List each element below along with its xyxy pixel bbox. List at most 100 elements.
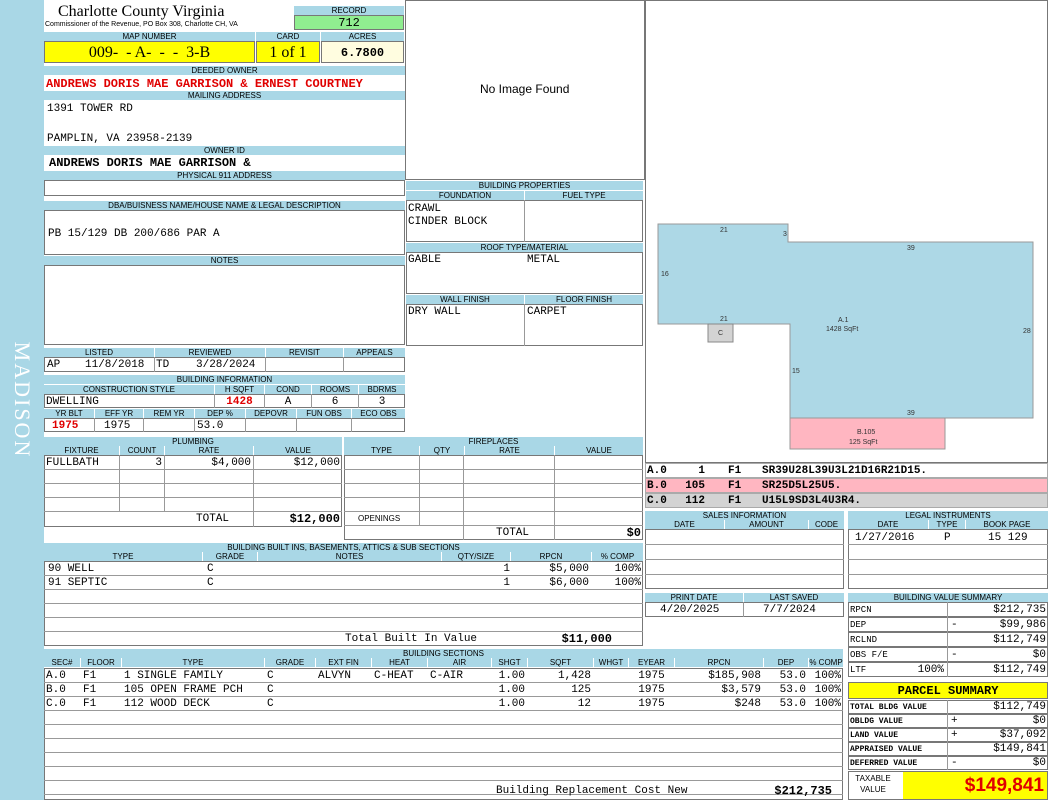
section-cell: 112 WOOD DECK bbox=[124, 698, 210, 710]
hsqft-value: 1428 bbox=[226, 396, 253, 408]
plumbing-label: PLUMBING bbox=[44, 437, 342, 446]
section-cell: F1 bbox=[83, 684, 97, 696]
effyr-value: 1975 bbox=[104, 420, 131, 432]
bdrms-label: BDRMS bbox=[359, 385, 405, 394]
sketch-code-string: U15L9SD3L4U3R4. bbox=[762, 495, 862, 507]
parcel-row-label: DEFERRED VALUE bbox=[850, 759, 918, 768]
sections-rule bbox=[44, 696, 843, 697]
builtin-row1-grade: C bbox=[207, 563, 214, 575]
legal-type: P bbox=[944, 532, 951, 544]
print-date-label: PRINT DATE bbox=[645, 593, 743, 602]
dim-lower-side: 15 bbox=[792, 368, 800, 375]
side-label: MADISON bbox=[10, 341, 35, 459]
sections-header-11: RPCN bbox=[675, 658, 763, 667]
parcel-row-value: $0 bbox=[1032, 757, 1046, 769]
area-a-sqft: 1428 SqFt bbox=[826, 326, 858, 333]
bp-label: BUILDING PROPERTIES bbox=[406, 181, 643, 190]
bvs-row-label: DEP bbox=[850, 620, 867, 630]
bvs-divider bbox=[947, 662, 948, 677]
yrblt-label: YR BLT bbox=[44, 409, 94, 418]
builtin-row2-qty: 1 bbox=[503, 577, 510, 589]
fp-h1: QTY bbox=[420, 446, 464, 455]
rooms-value: 6 bbox=[331, 396, 339, 408]
roof-box bbox=[406, 252, 643, 294]
listed-code: AP bbox=[47, 359, 61, 371]
bvs-row-value: $99,986 bbox=[999, 619, 1046, 631]
dim-lower-left: 21 bbox=[720, 316, 728, 323]
physical-address-label: PHYSICAL 911 ADDRESS bbox=[44, 171, 405, 180]
sections-header-5: HEAT bbox=[372, 658, 427, 667]
plumbing-h1: COUNT bbox=[120, 446, 164, 455]
sketch-code-num: 1 bbox=[698, 465, 705, 477]
bi-label: BUILDING INFORMATION bbox=[44, 375, 405, 384]
parcel-row-label: TOTAL BLDG VALUE bbox=[850, 703, 927, 712]
builtin-row1-comp: 100% bbox=[614, 563, 641, 575]
sections-label: BUILDING SECTIONS bbox=[44, 649, 843, 658]
builtins-total: $11,000 bbox=[561, 632, 612, 646]
legal-date: 1/27/2016 bbox=[855, 532, 915, 544]
section-cell: 53.0 bbox=[779, 684, 806, 696]
plumbing-h3: VALUE bbox=[254, 446, 342, 455]
builtins-total-label: Total Built In Value bbox=[345, 633, 478, 645]
fp-openings-label: OPENINGS bbox=[358, 514, 401, 523]
sketch-code-num: 105 bbox=[685, 480, 705, 492]
remyr-label: REM YR bbox=[144, 409, 194, 418]
print-date-value: 4/20/2025 bbox=[660, 604, 720, 616]
sections-header-10: EYEAR bbox=[629, 658, 674, 667]
section-cell: 1.00 bbox=[498, 684, 525, 696]
parcel-row-label: OBLDG VALUE bbox=[850, 717, 903, 726]
dim-bottom: 39 bbox=[907, 410, 915, 417]
section-cell: 100% bbox=[814, 670, 841, 682]
listed-label: LISTED bbox=[44, 348, 154, 357]
taxable-value: $149,841 bbox=[903, 772, 1047, 799]
floor-value: CARPET bbox=[527, 306, 567, 318]
bi-h0: TYPE bbox=[44, 552, 202, 561]
reviewed-label: REVIEWED bbox=[155, 348, 265, 357]
record-label: RECORD bbox=[294, 6, 404, 15]
builtin-row2-rpcn: $6,000 bbox=[549, 577, 589, 589]
map-number-label: MAP NUMBER bbox=[44, 32, 255, 41]
plumbing-total: $12,000 bbox=[289, 512, 340, 526]
sketch-code-floor: F1 bbox=[728, 495, 742, 507]
sketch-code-string: SR39U28L39U3L21D16R21D15. bbox=[762, 465, 928, 477]
builtin-row2-grade: C bbox=[207, 577, 214, 589]
appeals-label: APPEALS bbox=[344, 348, 405, 357]
parcel-row-sign: - bbox=[951, 757, 958, 769]
no-image-text: No Image Found bbox=[480, 82, 570, 96]
section-cell: A.0 bbox=[46, 670, 66, 682]
fp-h2: RATE bbox=[465, 446, 554, 455]
sales-h0: DATE bbox=[645, 520, 724, 529]
bvs-row-value: $112,749 bbox=[993, 634, 1046, 646]
fp-h0: TYPE bbox=[344, 446, 419, 455]
area-b-sqft: 125 SqFt bbox=[849, 439, 877, 446]
section-cell: 1975 bbox=[638, 670, 665, 682]
parcel-row-value: $149,841 bbox=[993, 743, 1046, 755]
deeded-owner-label: DEEDED OWNER bbox=[44, 66, 405, 75]
section-cell: 1975 bbox=[638, 698, 665, 710]
sections-rule bbox=[44, 766, 843, 767]
section-cell: B.0 bbox=[46, 684, 66, 696]
bi-h2: NOTES bbox=[258, 552, 441, 561]
effyr-label: EFF YR bbox=[95, 409, 143, 418]
acres-label: ACRES bbox=[321, 32, 404, 41]
plumbing-h2: RATE bbox=[165, 446, 253, 455]
last-saved-label: LAST SAVED bbox=[744, 593, 844, 602]
sections-header-0: SEC# bbox=[44, 658, 80, 667]
parcel-divider bbox=[947, 700, 948, 714]
legal-label: LEGAL INSTRUMENTS bbox=[848, 511, 1048, 520]
parcel-row-label: APPRAISED VALUE bbox=[850, 745, 923, 754]
bi-h1: GRADE bbox=[203, 552, 257, 561]
plumbing-count: 3 bbox=[155, 457, 162, 469]
plumbing-rate: $4,000 bbox=[211, 457, 251, 469]
bvs-row-sign: - bbox=[951, 619, 958, 631]
listed-date: 11/8/2018 bbox=[85, 359, 145, 371]
sections-rule bbox=[44, 738, 843, 739]
yrblt-value: 1975 bbox=[52, 420, 79, 432]
rooms-label: ROOMS bbox=[312, 385, 358, 394]
county-title: Charlotte County Virginia bbox=[58, 3, 225, 20]
section-cell: C.0 bbox=[46, 698, 66, 710]
card-value: 1 of 1 bbox=[256, 41, 320, 63]
section-cell: $185,908 bbox=[708, 670, 761, 682]
section-cell: 100% bbox=[814, 698, 841, 710]
section-cell: $3,579 bbox=[721, 684, 761, 696]
